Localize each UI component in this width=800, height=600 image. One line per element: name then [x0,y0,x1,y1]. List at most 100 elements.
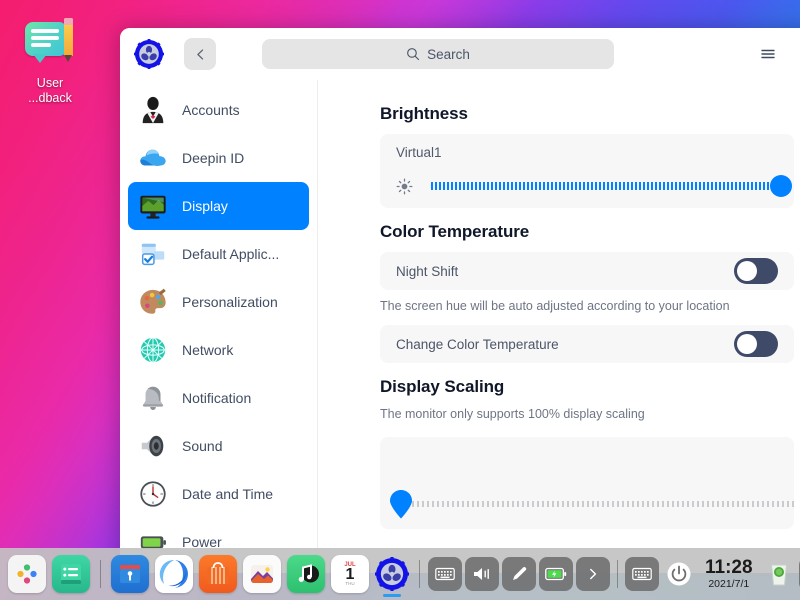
clock-date: 2021/7/1 [708,577,750,590]
monitor-icon [140,195,166,219]
sidebar-item-deepin-id[interactable]: Deepin ID [128,134,309,182]
sidebar-item-personalization[interactable]: Personalization [128,278,309,326]
clock-time: 11:28 [705,557,753,579]
dock-separator [419,560,420,588]
app-store-icon [207,562,229,584]
trash-icon [770,564,787,586]
dock-control-center-button[interactable] [375,557,409,597]
dock-app-store-button[interactable] [199,555,237,593]
cloud-icon [140,149,166,166]
power-icon [667,562,691,586]
sidebar-item-label: Date and Time [182,486,274,502]
sidebar-item-sound[interactable]: Sound [128,422,309,470]
clock[interactable]: 11:28 2021/7/1 [705,558,753,590]
control-center-icon [375,557,409,591]
search-icon [407,48,420,61]
brightness-pen-button[interactable] [502,557,536,591]
running-indicator [383,594,401,597]
system-tray: 11:28 2021/7/1 [428,557,800,591]
brightness-sun-icon [396,178,413,194]
sidebar-item-label: Personalization [182,294,278,310]
night-shift-toggle[interactable] [734,258,778,284]
tray-expand-button[interactable] [576,557,610,591]
hamburger-menu-icon [761,49,775,59]
globe-icon [140,337,166,363]
file-manager-icon [61,564,81,584]
keyboard-layout-button[interactable] [428,557,462,591]
settings-sidebar: Accounts Deepin ID Display Default Appli… [120,80,318,573]
palette-icon [140,288,166,314]
trash-button[interactable] [762,557,796,591]
dock-music-button[interactable] [287,555,325,593]
deepin-control-center-icon [134,39,164,69]
dock-calendar-button[interactable]: JUL 1 THU [331,555,369,593]
sidebar-item-date-and-time[interactable]: Date and Time [128,470,309,518]
color-temperature-heading: Color Temperature [380,222,530,241]
display-scaling-handle[interactable] [388,489,414,519]
default-apps-icon [141,243,165,266]
desktop-icon-label-line1: User [36,76,64,90]
search-placeholder: Search [427,46,470,62]
battery-charging-icon [545,567,567,581]
desktop-icon-user-feedback[interactable]: User ...dback [10,16,90,106]
dock-mail-button[interactable] [111,555,149,593]
browser-icon [159,559,188,588]
display-scaling-hint: The monitor only supports 100% display s… [380,407,645,421]
volume-icon [474,568,489,580]
change-color-temperature-label: Change Color Temperature [396,336,559,352]
brightness-pen-icon [513,567,527,580]
music-icon [298,564,319,583]
accounts-icon [142,96,164,124]
change-color-temperature-toggle[interactable] [734,331,778,357]
clock-icon [140,481,166,507]
search-input[interactable]: Search [262,39,614,69]
sidebar-item-label: Network [182,342,234,358]
desktop: User ...dback Search Accounts Deepin ID … [0,0,800,600]
display-settings-content: Brightness Virtual1 Color Temperature Ni… [318,80,800,573]
sidebar-item-network[interactable]: Network [128,326,309,374]
control-center-window: Search Accounts Deepin ID Display Defaul… [120,28,800,573]
gallery-icon [251,565,273,583]
user-feedback-icon [23,16,77,70]
launcher-icon [17,564,37,584]
tray-separator [617,560,618,588]
brightness-slider-handle[interactable] [770,175,792,197]
display-scaling-slider[interactable] [402,501,794,507]
dock-separator [100,560,101,588]
volume-button[interactable] [465,557,499,591]
power-button[interactable] [662,557,696,591]
brightness-heading: Brightness [380,104,468,123]
night-shift-row[interactable]: Night Shift [380,252,794,290]
sidebar-item-default-applications[interactable]: Default Applic... [128,230,309,278]
change-color-temperature-row[interactable]: Change Color Temperature [380,325,794,363]
dock: JUL 1 THU 11:28 2021/7/1 [0,548,800,600]
brightness-card: Virtual1 [380,134,794,208]
display-scaling-card [380,437,794,529]
sidebar-item-label: Deepin ID [182,150,245,166]
tray-expand-icon [590,568,597,580]
keyboard-layout-icon [435,567,455,581]
battery-button[interactable] [539,557,573,591]
back-button[interactable] [184,38,216,70]
sidebar-item-label: Default Applic... [182,246,280,262]
night-shift-label: Night Shift [396,263,459,279]
hamburger-menu-button[interactable] [760,47,776,61]
dock-browser-button[interactable] [155,555,193,593]
desktop-icon-label-line2: ...dback [28,91,72,105]
dock-gallery-button[interactable] [243,555,281,593]
sidebar-item-label: Sound [182,438,223,454]
sidebar-item-label: Display [182,198,228,214]
monitor-name: Virtual1 [396,145,442,160]
window-titlebar: Search [120,28,800,80]
sidebar-item-label: Notification [182,390,252,406]
brightness-slider[interactable] [431,175,792,197]
dock-file-manager-button[interactable] [52,555,90,593]
dock-launcher-button[interactable] [8,555,46,593]
sidebar-item-display[interactable]: Display [128,182,309,230]
speaker-icon [141,435,164,457]
mail-icon [120,565,140,583]
sidebar-item-accounts[interactable]: Accounts [128,86,309,134]
sidebar-item-notification[interactable]: Notification [128,374,309,422]
onscreen-keyboard-button[interactable] [625,557,659,591]
night-shift-hint: The screen hue will be auto adjusted acc… [380,299,730,313]
